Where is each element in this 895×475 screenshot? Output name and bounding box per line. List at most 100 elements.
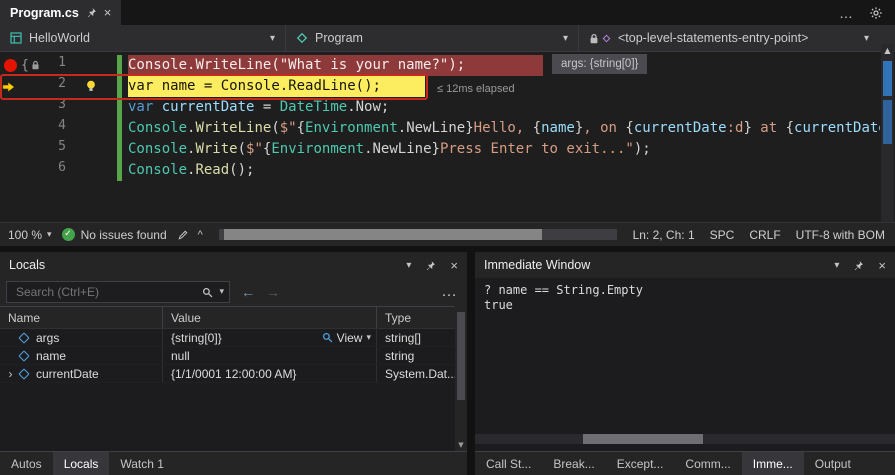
code-line-3[interactable]: var currentDate = DateTime.Now; [128,97,389,118]
code-token: $" [246,141,263,157]
immediate-tab-bar: Call St... Break... Except... Comm... Imme..… [475,451,895,475]
type-dropdown-label: Program [315,31,363,45]
pin-icon[interactable] [425,260,436,271]
view-label: View [336,330,363,345]
code-token: ); [448,57,466,73]
close-icon[interactable]: × [450,258,458,273]
scrollbar-thumb[interactable] [583,434,703,444]
code-token: Console [128,162,188,178]
locals-more-options[interactable]: … [441,283,457,301]
code-token: { [625,120,634,136]
code-cleanup-control[interactable]: ^ [177,229,203,241]
check-circle-icon: ✓ [61,228,75,241]
tab-call-st[interactable]: Call St... [475,452,542,475]
tab-watch-1[interactable]: Watch 1 [109,452,175,475]
tab-program-cs[interactable]: Program.cs × [0,0,122,25]
status-line-ending[interactable]: CRLF [749,228,780,242]
tab-imme[interactable]: Imme... [741,452,804,475]
search-box[interactable]: ▾ [6,281,230,303]
datatip-args[interactable]: args: {string[0]} [552,54,648,74]
expander-icon[interactable]: › [4,367,17,381]
code-cleanup-pen-icon[interactable] [177,229,189,241]
type-dropdown[interactable]: Program ▾ [286,25,579,51]
search-icon[interactable] [202,287,213,298]
editor-vertical-scrollbar[interactable]: ▲ [881,44,894,222]
search-input[interactable] [14,284,197,300]
tab-list-ellipsis[interactable]: … [839,5,853,21]
document-health-indicator[interactable]: ✓ No issues found [61,228,167,242]
line-number: 4 [58,118,66,133]
settings-gear-icon[interactable] [869,6,883,20]
locals-row[interactable]: name null string [0,347,455,365]
code-token: ( [237,141,247,157]
navigate-back-icon[interactable]: ← [241,284,255,300]
member-dropdown[interactable]: <top-level-statements-entry-point> ▾ [579,25,879,51]
code-token: currentDate [633,120,727,136]
immediate-line: ? name == String.Empty [484,283,643,297]
code-line-6[interactable]: Console.Read(); [128,160,254,181]
line-number: 5 [58,139,66,154]
tab-break[interactable]: Break... [542,452,605,475]
locals-header-icons: ▾ × [406,258,458,273]
code-token: } [574,120,584,136]
column-header-type[interactable]: Type [377,307,455,328]
immediate-horizontal-scrollbar[interactable] [475,434,895,444]
column-header-name[interactable]: Name [0,307,163,328]
scrollbar-thumb[interactable] [457,312,465,400]
line-number: 3 [58,97,66,112]
close-icon[interactable]: × [878,258,886,273]
code-token: } [743,120,752,136]
column-header-value[interactable]: Value [163,307,377,328]
status-right-group: Ln: 2, Ch: 1 SPC CRLF UTF-8 with BOM [633,228,887,242]
code-editor[interactable]: { 123456 Console.WriteLine("What is your… [0,52,895,222]
scroll-down-arrow[interactable]: ▼ [455,441,467,449]
close-icon[interactable]: × [104,5,112,20]
tab-output[interactable]: Output [804,452,862,475]
editor-horizontal-scrollbar[interactable] [218,229,617,240]
pin-icon[interactable] [86,7,97,18]
status-encoding[interactable]: UTF-8 with BOM [796,228,885,242]
project-dropdown[interactable]: HelloWorld ▾ [0,25,286,51]
scrollbar-mark[interactable] [883,100,892,144]
tab-except[interactable]: Except... [606,452,675,475]
status-line-column[interactable]: Ln: 2, Ch: 1 [633,228,695,242]
pin-icon[interactable] [853,260,864,271]
chevron-down-icon: ▾ [269,32,275,44]
variable-type: string[] [385,330,422,345]
window-menu-chevron-icon[interactable]: ▾ [406,260,411,271]
search-options-chevron-icon[interactable]: ▾ [219,287,224,297]
scroll-up-arrow[interactable]: ▲ [881,44,894,57]
entry-point-lock-icon [589,33,611,44]
locals-vertical-scrollbar[interactable]: ▼ [455,306,467,451]
magnifier-icon [322,332,333,343]
code-line-4[interactable]: Console.WriteLine($"{Environment.NewLine… [128,118,880,139]
code-line-1[interactable]: Console.WriteLine("What is your name?"); [128,55,543,76]
code-line-5[interactable]: Console.Write($"{Environment.NewLine}Pre… [128,139,651,160]
code-token: NewLine [406,120,466,136]
locals-panel: Locals ▾ × ▾ ← → … Name [0,252,467,475]
immediate-content[interactable]: ? name == String.Empty true [475,278,895,451]
perftip-elapsed[interactable]: ≤ 12ms elapsed [437,79,515,99]
code-token: (); [229,162,255,178]
zoom-control[interactable]: 100 % ▾ [8,228,52,242]
code-token: , on [583,120,626,136]
status-spaces[interactable]: SPC [710,228,735,242]
class-icon [296,32,308,44]
tab-locals[interactable]: Locals [52,452,110,475]
locals-grid-body: args {string[0]} View ▾ string[] name null stri… [0,329,455,383]
navigate-forward-icon[interactable]: → [266,284,280,300]
caret-up-icon[interactable]: ^ [198,229,203,240]
line-number: 6 [58,160,66,175]
tab-comm[interactable]: Comm... [674,452,741,475]
immediate-header-icons: ▾ × [834,258,886,273]
scrollbar-thumb[interactable] [223,229,543,240]
scrollbar-thumb[interactable] [883,61,892,96]
vertical-splitter[interactable] [467,252,475,475]
window-menu-chevron-icon[interactable]: ▾ [834,260,839,271]
view-button[interactable]: View ▾ [322,331,371,345]
locals-grid-header: Name Value Type [0,307,455,329]
locals-row[interactable]: args {string[0]} View ▾ string[] [0,329,455,347]
name-cell: name [0,347,163,364]
locals-row[interactable]: › currentDate {1/1/0001 12:00:00 AM} System… [0,365,455,383]
tab-autos[interactable]: Autos [0,452,53,475]
